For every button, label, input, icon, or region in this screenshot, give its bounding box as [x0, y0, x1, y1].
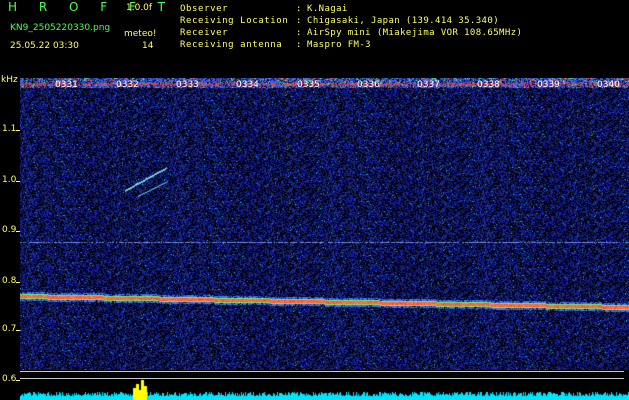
- observer-colon: :: [296, 4, 302, 14]
- reference-line: [20, 378, 624, 379]
- ytick-mark: [16, 330, 20, 331]
- antenna-label: Receiving antenna: [180, 40, 283, 50]
- location-colon: :: [296, 16, 302, 26]
- antenna-value: Maspro FM-3: [307, 40, 372, 50]
- time-label: 0333: [176, 80, 199, 90]
- time-label: 0340: [597, 80, 620, 90]
- ytick-label: 0.8: [2, 276, 17, 286]
- ytick-mark: [16, 231, 20, 232]
- version-label: 1.0.0f: [126, 3, 153, 13]
- time-label: 0334: [236, 80, 259, 90]
- antenna-colon: :: [296, 40, 302, 50]
- ytick-label: 1.1: [2, 124, 17, 134]
- location-value: Chigasaki, Japan (139.414 35.340): [307, 16, 500, 26]
- meteor-label: meteo!: [124, 29, 157, 39]
- time-label: 0335: [297, 80, 320, 90]
- time-label: 0337: [417, 80, 440, 90]
- time-label: 0338: [477, 80, 500, 90]
- ytick-mark: [16, 130, 20, 131]
- observer-label: Observer: [180, 4, 229, 14]
- axis-unit: kHz: [1, 75, 18, 85]
- time-label: 0336: [357, 80, 380, 90]
- ytick-label: 0.6: [2, 374, 17, 384]
- ytick-label: 1.0: [2, 175, 17, 185]
- observer-value: K.Nagai: [307, 4, 348, 14]
- ytick-mark: [16, 282, 20, 283]
- ytick-mark: [16, 380, 20, 381]
- time-label: 0331: [55, 80, 78, 90]
- datetime-label: 25.05.22 03:30: [10, 41, 79, 51]
- spectrogram: [20, 78, 629, 370]
- meteor-count: 14: [142, 41, 154, 51]
- filename-label: KN9_2505220330.png: [10, 23, 111, 33]
- reference-line: [20, 371, 624, 372]
- location-label: Receiving Location: [180, 16, 289, 26]
- ytick-label: 0.9: [2, 225, 17, 235]
- receiver-colon: :: [296, 28, 302, 38]
- time-label: 0339: [537, 80, 560, 90]
- signal-level-graph: [20, 370, 629, 400]
- time-label: 0332: [116, 80, 139, 90]
- receiver-value: AirSpy mini (Miakejima VOR 108.65MHz): [307, 28, 523, 38]
- receiver-label: Receiver: [180, 28, 229, 38]
- ytick-label: 0.7: [2, 324, 17, 334]
- ytick-mark: [16, 181, 20, 182]
